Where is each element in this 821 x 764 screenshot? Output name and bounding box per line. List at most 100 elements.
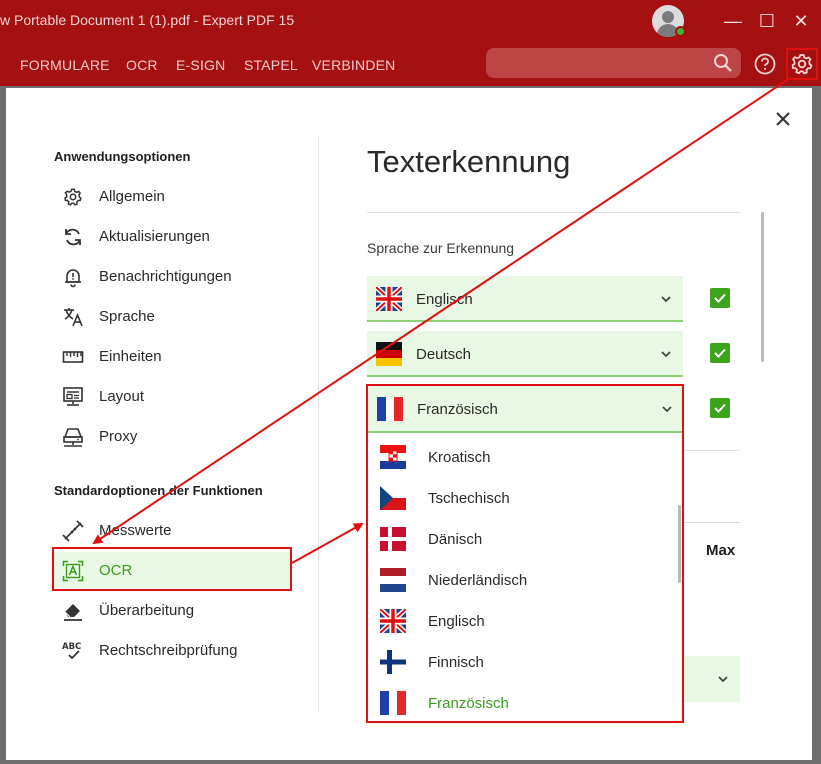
dropdown-option-label: Kroatisch xyxy=(428,449,491,466)
flag-de-icon xyxy=(376,342,402,366)
dropdown-option-tschechisch[interactable]: Tschechisch xyxy=(368,478,678,519)
settings-button[interactable] xyxy=(786,48,818,80)
ribbon-tabs: FORMULARE OCR E-SIGN STAPEL VERBINDEN xyxy=(0,42,821,86)
tab-formulare[interactable]: FORMULARE xyxy=(20,57,110,73)
bell-icon xyxy=(65,269,81,288)
minimize-button[interactable]: — xyxy=(720,8,746,34)
close-window-button[interactable]: ✕ xyxy=(788,8,814,34)
sidebar-item-label: Proxy xyxy=(99,428,138,445)
section-title-app-options: Anwendungsoptionen xyxy=(54,149,191,164)
main-scrollbar[interactable] xyxy=(761,212,764,362)
sidebar-item-label: Messwerte xyxy=(99,522,172,539)
measure-icon xyxy=(62,520,84,542)
sidebar-item-proxy[interactable]: Proxy xyxy=(54,418,290,454)
tab-verbinden[interactable]: VERBINDEN xyxy=(312,57,395,73)
search-box[interactable] xyxy=(486,48,741,78)
chevron-down-icon xyxy=(718,676,728,683)
hidden-select[interactable] xyxy=(684,656,740,702)
ocr-highlight-frame xyxy=(52,547,292,591)
tab-stapel[interactable]: STAPEL xyxy=(244,57,298,73)
search-input[interactable] xyxy=(496,53,706,73)
language-dropdown[interactable]: Französisch Kroatisch Tschechisch Dänisc… xyxy=(366,384,684,723)
close-dialog-icon[interactable] xyxy=(768,104,798,134)
flag-fi-icon xyxy=(380,650,406,674)
title-bar: w Portable Document 1 (1).pdf - Expert P… xyxy=(0,0,821,42)
flag-uk-icon xyxy=(380,609,406,633)
sidebar-item-ueberarbeitung[interactable]: Überarbeitung xyxy=(54,592,290,628)
search-icon xyxy=(714,54,732,72)
chevron-down-icon xyxy=(662,406,672,413)
language-select-3[interactable]: Französisch xyxy=(368,386,682,433)
language-select-label: Französisch xyxy=(417,401,498,418)
sidebar-item-rechtschreibpruefung[interactable]: ABC Rechtschreibprüfung xyxy=(54,632,290,668)
sidebar-item-sprache[interactable]: Sprache xyxy=(54,298,290,334)
sidebar-item-label: Überarbeitung xyxy=(99,602,195,619)
language-select-label: Deutsch xyxy=(416,346,472,363)
dropdown-scrollbar[interactable] xyxy=(678,505,681,583)
dropdown-option-finnisch[interactable]: Finnisch xyxy=(368,642,678,683)
sidebar-item-aktualisierungen[interactable]: Aktualisierungen xyxy=(54,218,290,254)
dropdown-option-daenisch[interactable]: Dänisch xyxy=(368,519,678,560)
maximize-button[interactable]: ☐ xyxy=(754,8,780,34)
help-icon[interactable] xyxy=(754,53,776,75)
sidebar-item-label: Allgemein xyxy=(99,188,165,205)
dropdown-option-kroatisch[interactable]: Kroatisch xyxy=(368,437,678,478)
sidebar-item-label: Sprache xyxy=(99,308,155,325)
refresh-icon xyxy=(65,228,81,246)
flag-fr-icon xyxy=(377,397,403,421)
sidebar-item-label: Benachrichtigungen xyxy=(99,268,232,285)
chevron-down-icon xyxy=(661,296,671,303)
sidebar-item-label: Layout xyxy=(99,388,145,405)
flag-fr-icon xyxy=(380,691,406,715)
section-title-feature-defaults: Standardoptionen der Funktionen xyxy=(54,483,263,498)
flag-uk-icon xyxy=(376,287,402,311)
tab-esign[interactable]: E-SIGN xyxy=(176,57,225,73)
layout-icon xyxy=(63,387,83,406)
section-divider xyxy=(684,450,740,451)
title-divider xyxy=(367,212,740,213)
flag-dk-icon xyxy=(380,527,406,551)
language-select-1[interactable]: Englisch xyxy=(367,276,683,322)
dropdown-option-label: Tschechisch xyxy=(428,490,510,507)
dropdown-option-englisch[interactable]: Englisch xyxy=(368,601,678,642)
dropdown-option-franzoesisch[interactable]: Französisch xyxy=(368,683,678,724)
sidebar-item-layout[interactable]: Layout xyxy=(54,378,290,414)
sidebar-item-benachrichtigungen[interactable]: Benachrichtigungen xyxy=(54,258,290,294)
sidebar-item-messwerte[interactable]: Messwerte xyxy=(54,512,290,548)
language-select-2[interactable]: Deutsch xyxy=(367,331,683,377)
gear-icon xyxy=(791,54,813,75)
language-select-label: Englisch xyxy=(416,291,473,308)
sidebar-divider xyxy=(318,136,319,712)
dropdown-option-label: Niederländisch xyxy=(428,572,528,589)
dropdown-option-niederlaendisch[interactable]: Niederländisch xyxy=(368,560,678,601)
dropdown-option-label: Französisch xyxy=(428,695,509,712)
dropdown-option-label: Finnisch xyxy=(428,654,484,671)
recognition-language-label: Sprache zur Erkennung xyxy=(367,240,515,256)
dropdown-option-label: Englisch xyxy=(428,613,485,630)
gear-icon xyxy=(64,188,82,206)
ruler-icon xyxy=(62,351,84,363)
translate-icon xyxy=(64,308,83,327)
spellcheck-icon: ABC xyxy=(62,642,81,660)
sidebar-item-allgemein[interactable]: Allgemein xyxy=(54,178,290,214)
sidebar-item-label: Aktualisierungen xyxy=(99,228,210,245)
flag-cz-icon xyxy=(380,486,406,510)
max-column-header: Max xyxy=(706,542,736,559)
language-checkbox-3[interactable] xyxy=(710,398,730,418)
network-icon xyxy=(63,428,83,447)
online-status-icon xyxy=(675,26,686,37)
language-checkbox-1[interactable] xyxy=(710,288,730,308)
sidebar-item-label: Einheiten xyxy=(99,348,162,365)
flag-hr-icon xyxy=(380,445,406,469)
dropdown-option-label: Dänisch xyxy=(428,531,483,548)
flag-nl-icon xyxy=(380,568,406,592)
table-header-divider xyxy=(684,522,740,523)
app-window: w Portable Document 1 (1).pdf - Expert P… xyxy=(0,0,821,764)
sidebar-item-label: Rechtschreibprüfung xyxy=(99,642,238,659)
tab-ocr[interactable]: OCR xyxy=(126,57,158,73)
page-title: Texterkennung xyxy=(367,144,571,179)
sidebar-item-einheiten[interactable]: Einheiten xyxy=(54,338,290,374)
language-checkbox-2[interactable] xyxy=(710,343,730,363)
window-title: w Portable Document 1 (1).pdf - Expert P… xyxy=(0,12,295,28)
eraser-icon xyxy=(64,604,82,621)
